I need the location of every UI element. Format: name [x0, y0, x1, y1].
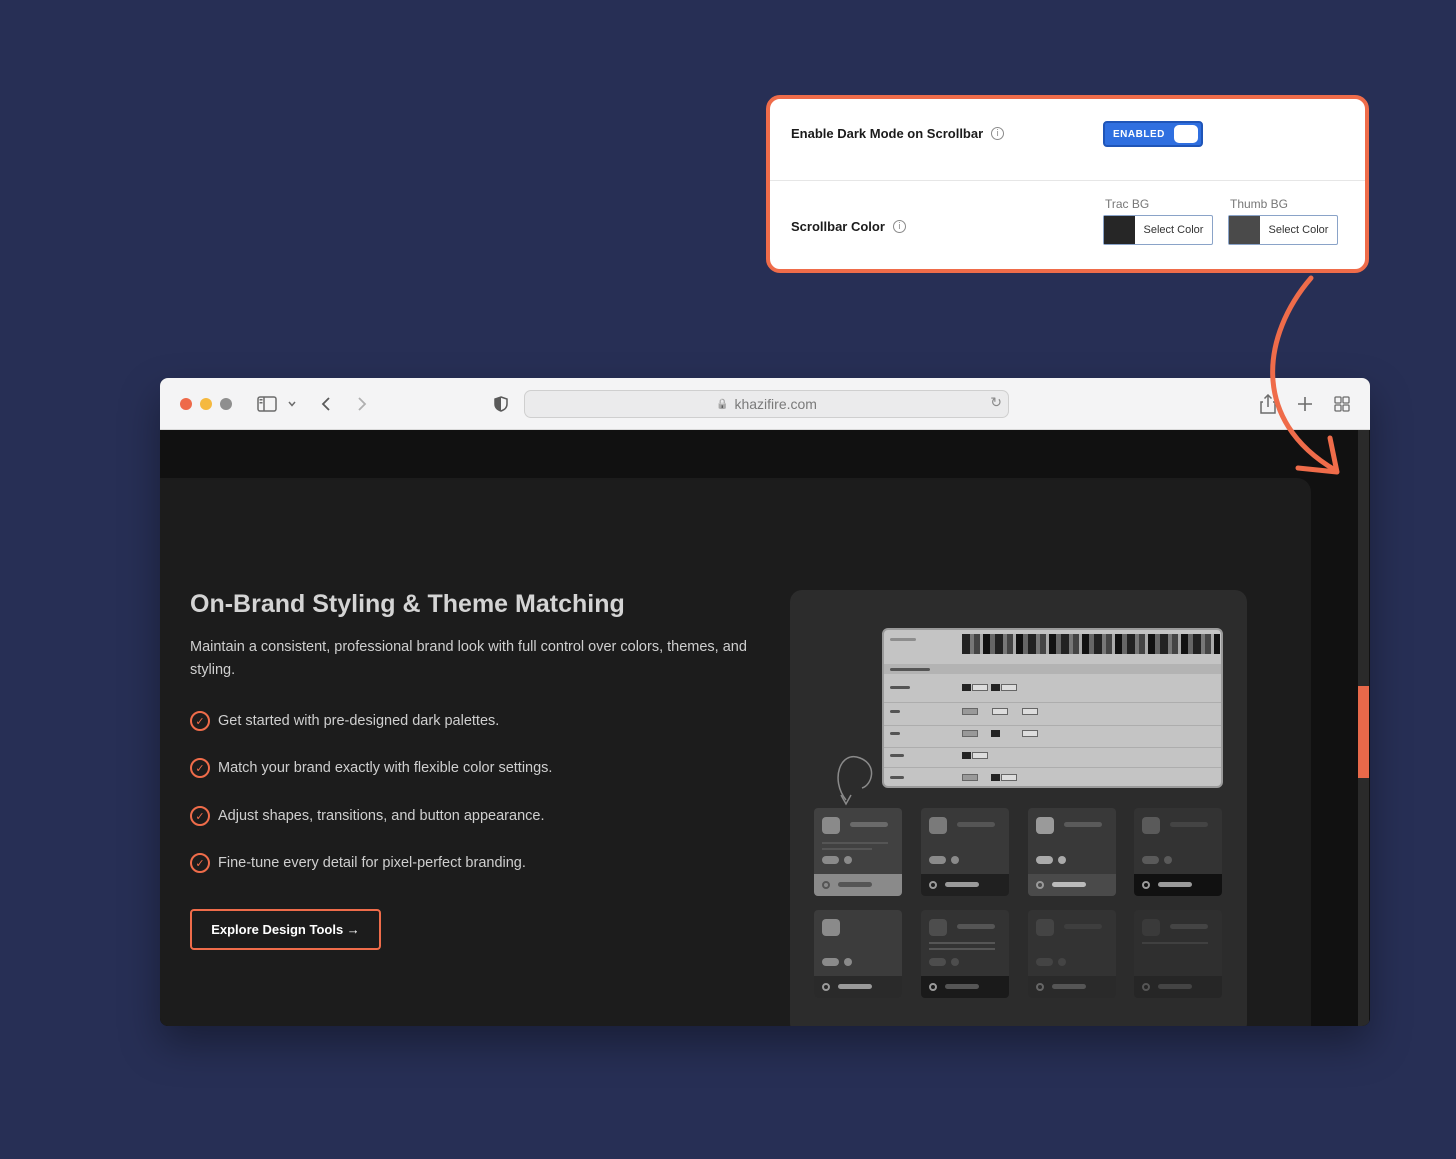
feature-item: ✓ Fine-tune every detail for pixel-perfe… [190, 853, 526, 873]
theme-card[interactable] [1028, 910, 1116, 998]
reload-icon[interactable]: ↻ [990, 395, 1002, 411]
track-color-swatch[interactable] [1104, 216, 1135, 244]
track-select-color-button[interactable]: Select Color [1135, 216, 1212, 244]
address-bar[interactable]: 🔒 khazifire.com ↻ [524, 390, 1009, 418]
toggle-label: ENABLED [1113, 128, 1165, 140]
track-color-picker[interactable]: Select Color [1103, 215, 1213, 245]
back-icon[interactable] [320, 392, 332, 416]
info-icon[interactable]: i [991, 127, 1005, 140]
dark-mode-label-text: Enable Dark Mode on Scrollbar [791, 126, 984, 141]
lock-icon: 🔒 [716, 398, 729, 410]
thumb-color-swatch[interactable] [1229, 216, 1260, 244]
dark-mode-row: Enable Dark Mode on Scrollbar i ENABLED [770, 99, 1365, 181]
section-heading: On-Brand Styling & Theme Matching [190, 590, 625, 618]
track-caption: Trac BG [1105, 197, 1150, 211]
toggle-knob [1174, 125, 1198, 143]
scrollbar-thumb[interactable] [1358, 686, 1369, 778]
feature-text: Match your brand exactly with flexible c… [218, 760, 553, 776]
track-color-group: Trac BG Select Color [1103, 197, 1213, 245]
theme-card[interactable] [921, 910, 1009, 998]
theme-preview-illustration [790, 590, 1247, 1026]
forward-icon[interactable] [356, 392, 368, 416]
new-tab-icon[interactable] [1297, 392, 1313, 416]
section-description: Maintain a consistent, professional bran… [190, 639, 747, 678]
theme-card[interactable] [814, 808, 902, 896]
minimize-window-button[interactable] [200, 398, 212, 410]
dark-mode-toggle[interactable]: ENABLED [1103, 121, 1203, 147]
theme-card[interactable] [1028, 808, 1116, 896]
share-icon[interactable] [1260, 392, 1276, 416]
thumb-select-color-button[interactable]: Select Color [1260, 216, 1337, 244]
info-icon[interactable]: i [892, 220, 906, 233]
dark-mode-label: Enable Dark Mode on Scrollbar i [791, 126, 1005, 141]
scrollbar-color-row: Scrollbar Color i Trac BG Select Color T… [770, 181, 1365, 269]
theme-card[interactable] [814, 910, 902, 998]
feature-item: ✓ Adjust shapes, transitions, and button… [190, 806, 544, 826]
chevron-down-icon[interactable] [287, 392, 297, 416]
sidebar-toggle-icon[interactable] [257, 392, 277, 416]
scrollbar-color-label-text: Scrollbar Color [791, 219, 885, 234]
check-circle-icon: ✓ [190, 853, 210, 873]
browser-window: 🔒 khazifire.com ↻ On-Brand Styling & The… [160, 378, 1370, 1026]
check-circle-icon: ✓ [190, 711, 210, 731]
feature-text: Adjust shapes, transitions, and button a… [218, 808, 545, 824]
feature-item: ✓ Get started with pre-designed dark pal… [190, 711, 499, 731]
shield-icon[interactable] [494, 392, 508, 416]
scrollbar-settings-card: Enable Dark Mode on Scrollbar i ENABLED … [766, 95, 1369, 273]
url-text: khazifire.com [734, 396, 817, 412]
theme-card[interactable] [921, 808, 1009, 896]
close-window-button[interactable] [180, 398, 192, 410]
thumb-color-group: Thumb BG Select Color [1228, 197, 1338, 245]
thumb-caption: Thumb BG [1230, 197, 1289, 211]
zoom-window-button[interactable] [220, 398, 232, 410]
page-viewport: On-Brand Styling & Theme Matching Mainta… [160, 430, 1370, 1026]
explore-design-tools-button[interactable]: Explore Design Tools → [190, 909, 381, 950]
thumb-color-picker[interactable]: Select Color [1228, 215, 1338, 245]
browser-toolbar: 🔒 khazifire.com ↻ [160, 378, 1370, 430]
check-circle-icon: ✓ [190, 758, 210, 778]
tab-overview-icon[interactable] [1334, 392, 1350, 416]
feature-text: Get started with pre-designed dark palet… [218, 713, 500, 729]
check-circle-icon: ✓ [190, 806, 210, 826]
feature-text: Fine-tune every detail for pixel-perfect… [218, 855, 526, 871]
feature-section: On-Brand Styling & Theme Matching Mainta… [160, 478, 1311, 1026]
theme-card[interactable] [1134, 808, 1222, 896]
theme-card[interactable] [1134, 910, 1222, 998]
scrollbar-color-label: Scrollbar Color i [791, 219, 906, 234]
feature-item: ✓ Match your brand exactly with flexible… [190, 758, 552, 778]
